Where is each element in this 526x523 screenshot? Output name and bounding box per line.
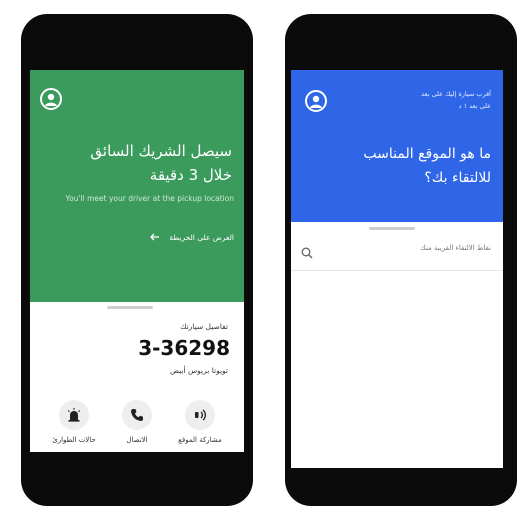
map-link-label: العرض على الخريطة [169, 233, 234, 242]
car-details-label: تفاصيل سيارتك [180, 322, 228, 331]
map-link[interactable]: العرض على الخريطة [150, 225, 234, 245]
phone-right: أقرب سيارة إليك على بعد على بعد ١ د ما ه… [285, 14, 517, 506]
arrival-title-line2: خلال 3 دقيقة [149, 166, 232, 184]
search-icon [301, 244, 313, 263]
search-placeholder: نقاط الالتقاء القريبة منك [420, 244, 491, 252]
share-location-label: مشاركة الموقع [178, 436, 222, 444]
emergency-button[interactable]: حالات الطوارئ [44, 400, 104, 444]
driver-arriving-screen: سيصل الشريك السائق خلال 3 دقيقة You'll m… [30, 70, 244, 452]
arrival-header: سيصل الشريك السائق خلال 3 دقيقة You'll m… [30, 70, 244, 302]
nearest-car-time: على بعد ١ د [458, 102, 491, 110]
search-divider [291, 270, 503, 271]
pickup-location-screen: أقرب سيارة إليك على بعد على بعد ١ د ما ه… [291, 70, 503, 468]
arrow-left-icon [150, 226, 160, 245]
phone-left: سيصل الشريك السائق خلال 3 دقيقة You'll m… [21, 14, 253, 506]
sheet-handle[interactable] [369, 227, 415, 230]
phone-icon [122, 400, 152, 430]
nearest-car-label: أقرب سيارة إليك على بعد [421, 90, 491, 98]
pickup-header: أقرب سيارة إليك على بعد على بعد ١ د ما ه… [291, 70, 503, 222]
location-share-icon [185, 400, 215, 430]
user-icon[interactable] [40, 88, 62, 110]
arrival-subtitle: You'll meet your driver at the pickup lo… [65, 194, 234, 203]
pickup-search-input[interactable]: نقاط الالتقاء القريبة منك [291, 234, 503, 266]
pickup-question-line1: ما هو الموقع المناسب [363, 146, 491, 162]
alarm-icon [59, 400, 89, 430]
car-model: تويوتا بريوس أبيض [169, 366, 228, 375]
call-label: الاتصال [126, 436, 148, 444]
user-icon[interactable] [305, 90, 327, 112]
call-button[interactable]: الاتصال [107, 400, 167, 444]
emergency-label: حالات الطوارئ [52, 436, 96, 444]
pickup-question-line2: للالتقاء بك؟ [424, 170, 491, 186]
share-location-button[interactable]: مشاركة الموقع [170, 400, 230, 444]
arrival-title-line1: سيصل الشريك السائق [90, 142, 232, 160]
sheet-handle[interactable] [107, 306, 153, 309]
plate-number: 3-36298 [138, 336, 230, 360]
